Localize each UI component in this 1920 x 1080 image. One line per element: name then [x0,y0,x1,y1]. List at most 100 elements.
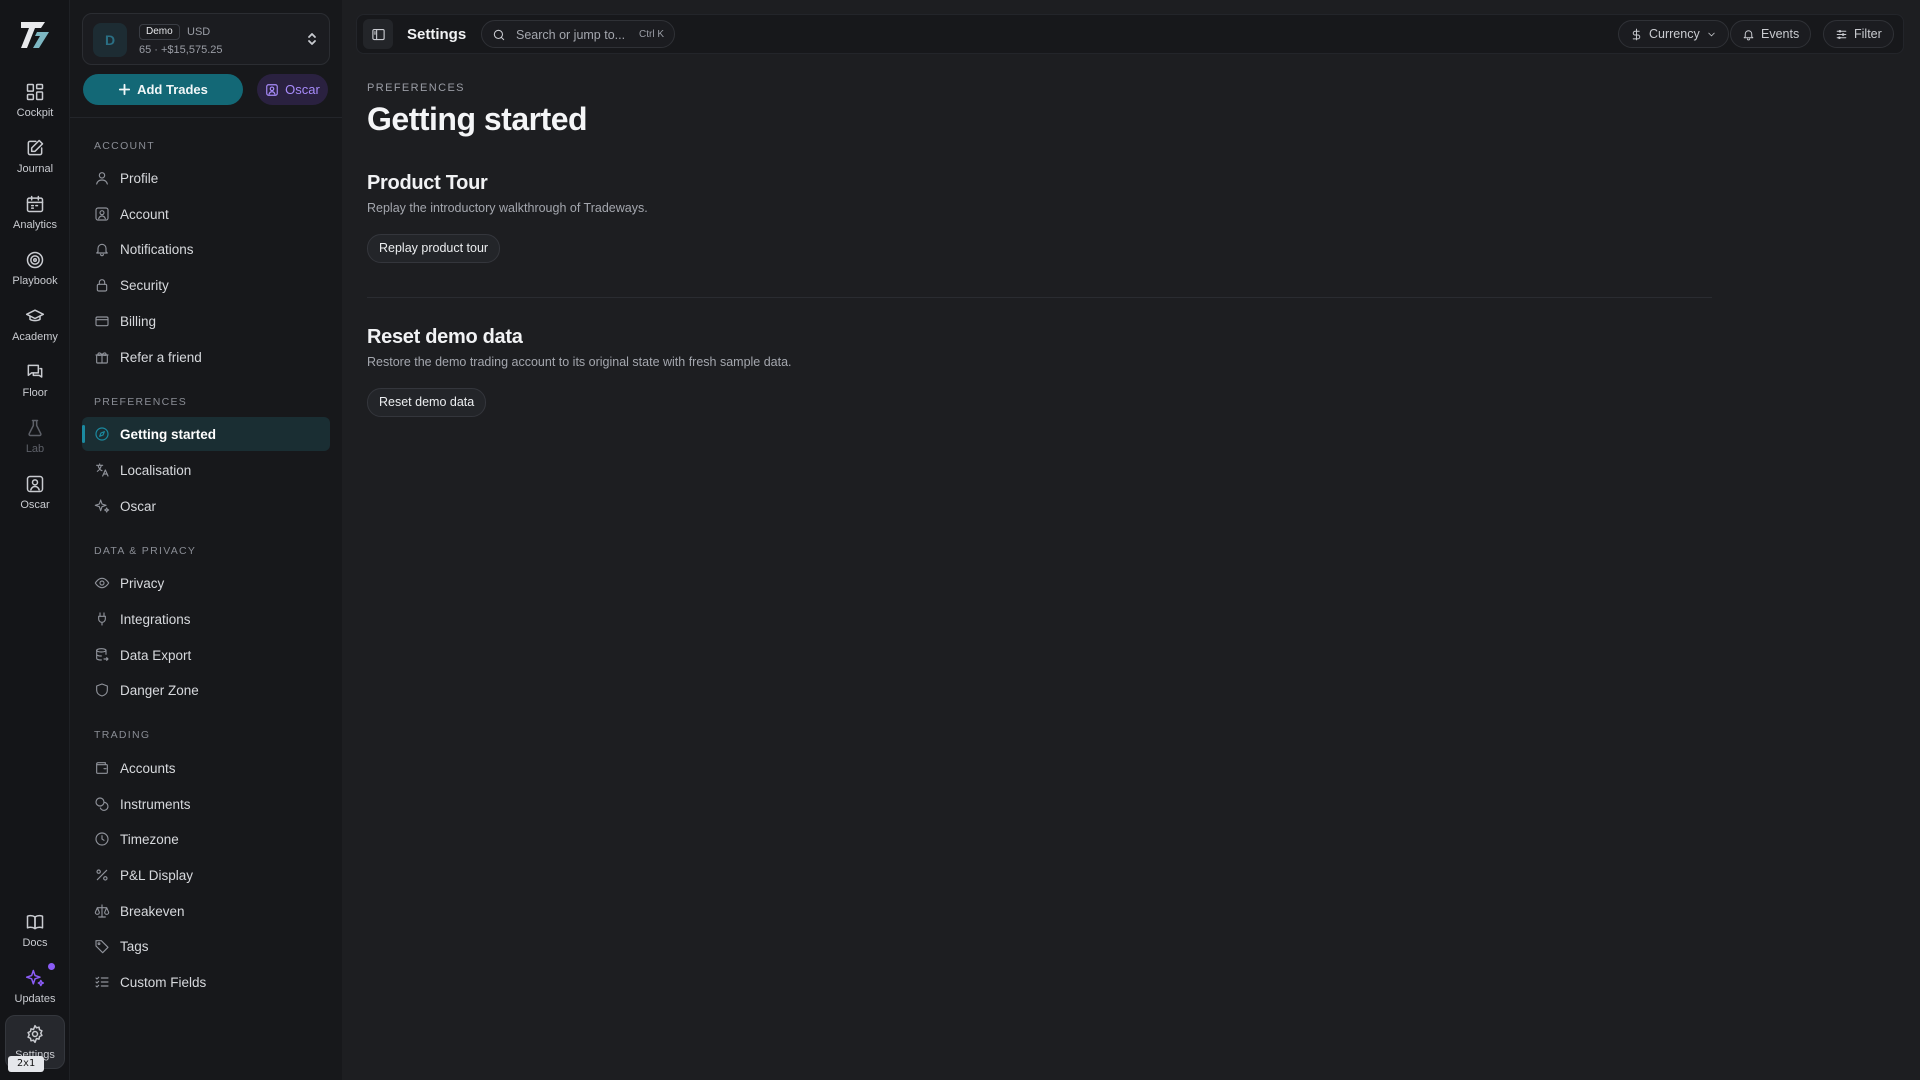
nav-label: Accounts [120,761,176,776]
gift-icon [95,352,109,364]
nav-oscar[interactable]: Oscar [82,489,330,523]
replay-product-tour-button[interactable]: Replay product tour [367,234,501,263]
settings-sidebar: D Demo USD 65 · +$15,575.25 Add Trades O… [70,0,342,1080]
account-currency: USD [187,26,211,38]
rail-playbook[interactable]: Playbook [5,242,65,294]
rail-label: Oscar [20,498,50,511]
nav-label: P&L Display [120,868,194,883]
percent-icon [96,869,108,881]
filter-label: Filter [1854,27,1882,41]
gear-icon [27,1024,43,1043]
nav-pl-display[interactable]: P&L Display [82,858,330,892]
rail-cockpit[interactable]: Cockpit [5,74,65,126]
rail-docs[interactable]: Docs [5,904,65,956]
nav-breakeven[interactable]: Breakeven [82,894,330,928]
nav-refer-a-friend[interactable]: Refer a friend [82,340,330,374]
user-icon [96,172,108,185]
nav-danger-zone[interactable]: Danger Zone [82,673,330,707]
graduation-cap-icon [25,308,45,321]
rail-floor[interactable]: Floor [5,354,65,406]
nav-label: Breakeven [120,904,185,919]
filter-button[interactable]: Filter [1823,20,1894,48]
nav-getting-started[interactable]: Getting started [82,417,330,451]
rail-lab[interactable]: Lab [5,410,65,462]
rail-label: Academy [12,330,58,343]
nav-custom-fields[interactable]: Custom Fields [82,965,330,999]
events-button[interactable]: Events [1730,20,1812,48]
user-square-icon [266,83,278,96]
nav-security[interactable]: Security [82,268,330,302]
nav-data-export[interactable]: Data Export [82,638,330,672]
tradeways-logo[interactable] [17,16,53,52]
shield-icon [96,683,108,697]
product-tour-heading: Product Tour [367,172,488,194]
section-title-account: ACCOUNT [94,140,156,152]
nav-notifications[interactable]: Notifications [82,232,330,266]
top-bar: Settings Search or jump to... Ctrl K Cur… [356,14,1904,54]
plus-icon [119,83,131,96]
currency-dropdown[interactable]: Currency [1618,20,1729,48]
nav-tags[interactable]: Tags [82,929,330,963]
calendar-icon [26,195,44,212]
sparkle-icon [94,499,110,513]
page-title: Getting started [367,101,588,137]
compass-icon [95,427,109,441]
nav-integrations[interactable]: Integrations [82,602,330,636]
nav-label: Security [120,278,169,293]
user-square-icon [26,475,44,492]
oscar-button[interactable]: Oscar [257,74,328,105]
nav-billing[interactable]: Billing [82,304,330,338]
main-content: Settings Search or jump to... Ctrl K Cur… [342,0,1920,1080]
search-input[interactable]: Search or jump to... Ctrl K [481,20,675,48]
nav-instruments[interactable]: Instruments [82,787,330,821]
flask-icon [28,419,42,436]
nav-timezone[interactable]: Timezone [82,822,330,856]
nav-label: Danger Zone [120,683,199,698]
sparkle-icon [25,969,45,986]
account-summary: 65 · +$15,575.25 [139,44,223,56]
nav-label: Oscar [120,499,157,514]
nav-label: Custom Fields [120,975,207,990]
oscar-label: Oscar [285,82,320,97]
user-square-icon [95,207,109,221]
search-placeholder: Search or jump to... [516,28,626,42]
rail-academy[interactable]: Academy [5,298,65,350]
page-header-title: Settings [407,26,467,43]
rail-updates[interactable]: Updates [5,960,65,1012]
dollar-icon [1632,28,1641,40]
reset-demo-heading: Reset demo data [367,326,523,348]
scale-icon [94,904,110,918]
events-label: Events [1761,27,1800,41]
rail-journal[interactable]: Journal [5,130,65,182]
nav-label: Refer a friend [120,350,202,365]
rail-oscar[interactable]: Oscar [5,466,65,518]
journal-icon [27,139,44,155]
nav-label: Localisation [120,463,192,478]
rail-label: Floor [22,386,48,399]
nav-privacy[interactable]: Privacy [82,566,330,600]
rail-label: Analytics [12,218,58,231]
reset-demo-data-button[interactable]: Reset demo data [367,388,487,417]
rail-analytics[interactable]: Analytics [5,186,65,238]
notification-dot [48,963,55,970]
nav-profile[interactable]: Profile [82,161,330,195]
sidebar-toggle-button[interactable] [363,19,393,49]
target-icon [26,251,44,268]
clock-icon [95,832,109,846]
rail-label: Updates [14,992,56,1005]
nav-label: Tags [120,939,149,954]
nav-label: Privacy [120,576,165,591]
nav-account[interactable]: Account [82,197,330,231]
rail-label: Cockpit [16,106,54,119]
nav-label: Account [120,207,169,222]
account-switcher[interactable]: D Demo USD 65 · +$15,575.25 [82,13,330,65]
nav-label: Instruments [120,797,191,812]
nav-localisation[interactable]: Localisation [82,453,330,487]
account-type-badge: Demo [139,24,180,40]
rail-label: Playbook [12,274,58,287]
section-title-trading: TRADING [94,729,151,741]
nav-accounts[interactable]: Accounts [82,751,330,785]
add-trades-button[interactable]: Add Trades [83,74,243,105]
section-title-preferences: PREFERENCES [94,396,188,408]
search-shortcut: Ctrl K [639,29,664,40]
